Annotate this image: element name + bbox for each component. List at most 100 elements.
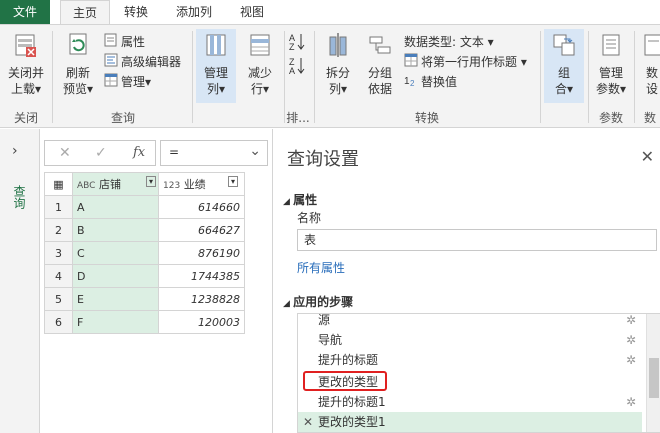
query-name-input[interactable]: 表 [297, 229, 657, 251]
tab-view[interactable]: 视图 [230, 0, 274, 24]
separator [540, 31, 541, 123]
cell-sales[interactable]: 1238828 [158, 287, 245, 311]
sort-ascending-icon: AZ [289, 33, 305, 52]
table-row[interactable]: 2 B 664627 [44, 218, 245, 242]
combine-label-2: 合▾ [554, 82, 574, 96]
step-label: 导航 [318, 333, 343, 347]
separator [634, 31, 635, 123]
filter-dropdown-icon[interactable]: ▾ [227, 176, 238, 187]
tab-add-column[interactable]: 添加列 [166, 0, 222, 24]
number-type-icon[interactable]: 123 [163, 181, 180, 191]
cell-sales[interactable]: 664627 [158, 218, 245, 242]
use-first-row-as-headers-button[interactable]: 将第一行用作标题 ▾ [404, 53, 527, 71]
replace-values-button[interactable]: 1 2 替换值 [404, 73, 457, 91]
gear-icon[interactable]: ✲ [626, 330, 636, 350]
advanced-editor-label: 高级编辑器 [121, 55, 182, 69]
cell-shop[interactable]: A [72, 195, 159, 219]
cell-shop[interactable]: F [72, 310, 159, 334]
data-type-dropdown[interactable]: 数据类型: 文本 ▾ [404, 33, 494, 51]
text-type-icon[interactable]: ABC [77, 181, 95, 191]
sort-ascending-button[interactable]: AZ [288, 31, 306, 55]
combine-icon [544, 31, 584, 63]
expand-chevron-icon[interactable]: › [12, 143, 18, 159]
sort-descending-button[interactable]: ZA [288, 55, 306, 79]
collapse-triangle-icon: ◢ [283, 299, 294, 309]
close-and-load-button[interactable]: 关闭并 上载▾ [4, 31, 48, 97]
svg-text:2: 2 [410, 79, 415, 87]
table-row[interactable]: 5 E 1238828 [44, 287, 245, 311]
cell-sales[interactable]: 120003 [158, 310, 245, 334]
group-transform-label: 转换 [414, 111, 439, 125]
manage-parameters-button[interactable]: 管理 参数▾ [592, 31, 630, 97]
step-changed-type-1[interactable]: ✕ 更改的类型1 [298, 412, 642, 432]
group-by-label-1: 分组 [367, 66, 392, 80]
steps-scrollbar[interactable] [646, 314, 660, 432]
cell-shop[interactable]: C [72, 241, 159, 265]
group-by-button[interactable]: 分组 依据 [360, 31, 400, 97]
ribbon-tabs: 文件 主页 转换 添加列 视图 [0, 0, 660, 24]
fx-icon[interactable]: fx [133, 145, 145, 160]
manage-button[interactable]: 管理▾ [104, 73, 151, 91]
data-source-settings-button[interactable]: 数 设 [638, 31, 660, 97]
table-row[interactable]: 3 C 876190 [44, 241, 245, 265]
refresh-preview-button[interactable]: 刷新 预览▾ [58, 31, 98, 97]
formula-input[interactable]: = ⌄ [160, 140, 268, 166]
reduce-rows-button[interactable]: 减少 行▾ [240, 31, 280, 97]
all-properties-link[interactable]: 所有属性 [297, 259, 345, 276]
table-row[interactable]: 6 F 120003 [44, 310, 245, 334]
table-row[interactable]: 1 A 614660 [44, 195, 245, 219]
filter-dropdown-icon[interactable]: ▾ [145, 176, 156, 187]
cell-sales[interactable]: 1744385 [158, 264, 245, 288]
step-source[interactable]: 源 ✲ [298, 313, 642, 330]
applied-steps-heading[interactable]: ◢ 应用的步骤 [283, 293, 353, 310]
tab-transform[interactable]: 转换 [114, 0, 158, 24]
step-promoted-headers-1[interactable]: 提升的标题1 ✲ [298, 392, 642, 412]
cancel-icon[interactable]: ✕ [59, 145, 71, 161]
group-query-label: 查询 [110, 111, 135, 125]
tab-file[interactable]: 文件 [0, 0, 50, 24]
queries-pane-label: 查询 [12, 185, 26, 209]
combine-button[interactable]: 组 合▾ [544, 29, 584, 103]
table-corner-menu-icon[interactable]: ▦ [44, 172, 73, 196]
refresh-label-2: 预览▾ [62, 82, 94, 96]
step-promoted-headers[interactable]: 提升的标题 ✲ [298, 350, 642, 370]
split-column-button[interactable]: 拆分 列▾ [318, 31, 358, 97]
formula-text: = [169, 145, 180, 159]
cell-sales[interactable]: 876190 [158, 241, 245, 265]
tab-home[interactable]: 主页 [60, 0, 110, 24]
scrollbar-thumb[interactable] [649, 358, 659, 398]
params-label-2: 参数▾ [595, 82, 627, 96]
step-label: 提升的标题 [318, 353, 379, 367]
properties-section-heading[interactable]: ◢ 属性 [283, 191, 317, 208]
cell-shop[interactable]: B [72, 218, 159, 242]
table-row[interactable]: 4 D 1744385 [44, 264, 245, 288]
manage-icon [104, 73, 118, 92]
advanced-editor-button[interactable]: 高级编辑器 [104, 53, 181, 71]
column-header-label: 店铺 [98, 178, 121, 191]
column-header-sales[interactable]: 123 业绩 ▾ [158, 172, 245, 196]
separator [52, 31, 53, 123]
gear-icon[interactable]: ✲ [626, 392, 636, 412]
cell-shop[interactable]: E [72, 287, 159, 311]
delete-step-icon[interactable]: ✕ [303, 412, 313, 432]
gear-icon[interactable]: ✲ [626, 314, 636, 330]
properties-button[interactable]: 属性 [104, 33, 145, 51]
step-label: 提升的标题1 [318, 395, 386, 409]
cell-sales[interactable]: 614660 [158, 195, 245, 219]
reduce-rows-icon [240, 31, 280, 63]
ribbon: 关闭并 上载▾ 关闭 刷新 预览▾ 属性 高级编辑器 管理▾ 查询 管理 列▾ … [0, 24, 660, 128]
reduce-rows-label-1: 减少 [247, 66, 272, 80]
replace-values-label: 替换值 [421, 75, 458, 89]
column-header-shop[interactable]: ABC 店铺 ▾ [72, 172, 159, 196]
manage-columns-button[interactable]: 管理 列▾ [196, 29, 236, 103]
step-navigation[interactable]: 导航 ✲ [298, 330, 642, 350]
confirm-icon[interactable]: ✓ [95, 145, 107, 161]
queries-pane-collapsed[interactable]: › 查询 [0, 129, 40, 433]
close-icon[interactable]: ✕ [641, 147, 654, 166]
cell-shop[interactable]: D [72, 264, 159, 288]
step-label: 源 [318, 313, 331, 327]
gear-icon[interactable]: ✲ [626, 350, 636, 370]
refresh-label-1: 刷新 [65, 66, 90, 80]
chevron-down-icon[interactable]: ⌄ [249, 143, 261, 159]
parameters-icon [592, 31, 630, 63]
